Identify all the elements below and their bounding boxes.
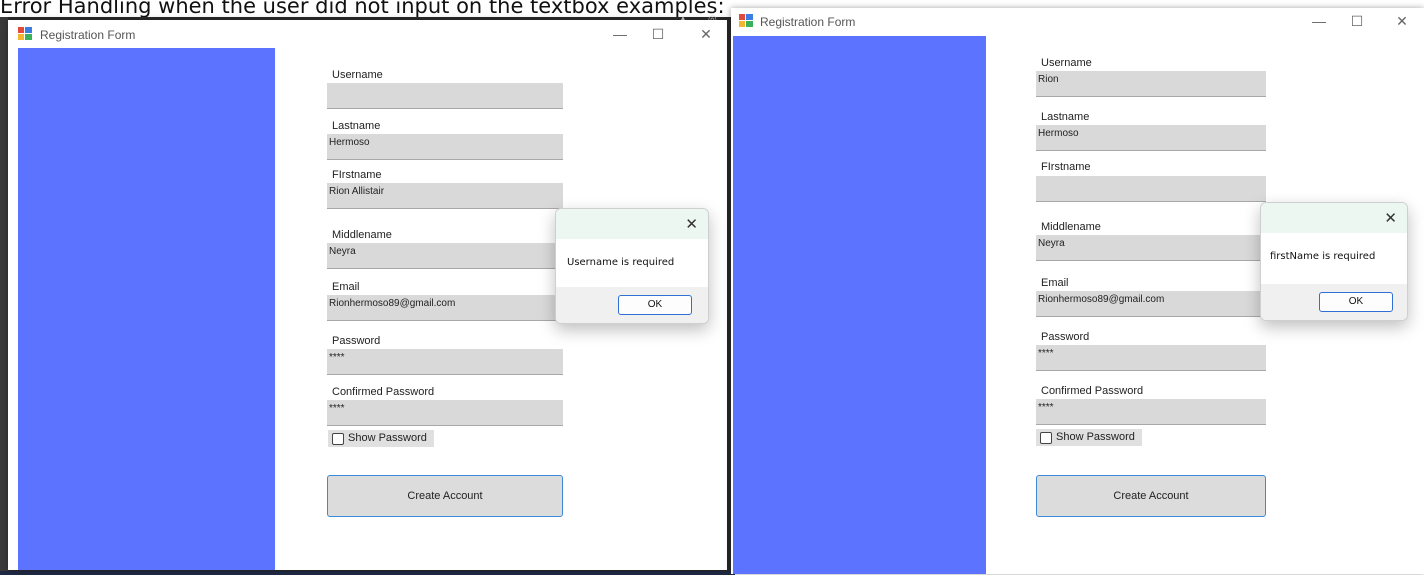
checkbox-square[interactable] (1040, 432, 1052, 444)
error-dialog: ✕ Username is required OK (555, 208, 709, 324)
username-label: Username (332, 69, 383, 81)
dialog-message: firstName is required (1270, 251, 1376, 262)
show-password-label: Show Password (348, 432, 427, 444)
middlename-label: Middlename (1041, 221, 1101, 233)
lastname-label: Lastname (1041, 111, 1090, 123)
maximize-icon[interactable]: ☐ (638, 23, 678, 45)
password-label: Password (332, 335, 381, 347)
registration-form-app-icon (18, 27, 32, 40)
confirm-password-textbox[interactable]: **** (327, 400, 563, 426)
registration-form-window-2: Registration Form — ☐ ✕ Username Rion La… (731, 8, 1424, 574)
create-account-button[interactable]: Create Account (327, 475, 563, 517)
show-password-checkbox[interactable]: Show Password (328, 430, 434, 447)
username-textbox[interactable]: Rion (1036, 71, 1266, 97)
lastname-textbox[interactable]: Hermoso (1036, 125, 1266, 151)
side-panel (18, 48, 275, 570)
window-title: Registration Form (760, 15, 856, 29)
email-textbox[interactable]: Rionhermoso89@gmail.com (327, 295, 563, 321)
middlename-textbox[interactable]: Neyra (1036, 235, 1266, 261)
close-icon[interactable]: ✕ (1382, 10, 1422, 32)
lastname-textbox[interactable]: Hermoso (327, 134, 563, 160)
password-textbox[interactable]: **** (327, 349, 563, 375)
window-title: Registration Form (40, 28, 136, 42)
dialog-message: Username is required (567, 257, 675, 268)
password-label: Password (1041, 331, 1090, 343)
email-label: Email (1041, 277, 1069, 289)
middlename-textbox[interactable]: Neyra (327, 243, 563, 269)
create-account-button[interactable]: Create Account (1036, 475, 1266, 517)
taskbar-strip (0, 571, 735, 575)
registration-form-app-icon (739, 14, 753, 27)
dialog-ok-button[interactable]: OK (618, 295, 692, 315)
firstname-textbox[interactable]: Rion Allistair (327, 183, 563, 209)
close-icon[interactable]: ✕ (686, 23, 726, 45)
checkbox-square[interactable] (332, 433, 344, 445)
error-dialog: ✕ firstName is required OK (1260, 202, 1408, 321)
email-textbox[interactable]: Rionhermoso89@gmail.com (1036, 291, 1266, 317)
registration-form-window: Registration Form — ☐ ✕ Username Lastnam… (8, 20, 727, 570)
dialog-close-icon[interactable]: ✕ (1384, 209, 1397, 227)
password-textbox[interactable]: **** (1036, 345, 1266, 371)
maximize-icon[interactable]: ☐ (1337, 10, 1377, 32)
confirm-password-textbox[interactable]: **** (1036, 399, 1266, 425)
show-password-label: Show Password (1056, 431, 1135, 443)
dialog-footer: OK (556, 287, 708, 323)
minimize-icon[interactable]: — (1299, 10, 1339, 32)
dialog-close-icon[interactable]: ✕ (685, 215, 698, 233)
lastname-label: Lastname (332, 120, 381, 132)
side-panel (733, 36, 986, 574)
firstname-textbox[interactable] (1036, 176, 1266, 202)
dialog-header: ✕ (556, 209, 708, 239)
desktop-edge (0, 17, 8, 575)
title-bar-2[interactable]: Registration Form — ☐ ✕ (731, 8, 1424, 36)
middlename-label: Middlename (332, 229, 392, 241)
dialog-header: ✕ (1261, 203, 1407, 233)
firstname-label: FIrstname (332, 169, 382, 181)
title-bar[interactable]: Registration Form — ☐ ✕ (8, 20, 727, 48)
minimize-icon[interactable]: — (600, 23, 640, 45)
firstname-label: FIrstname (1041, 161, 1091, 173)
username-textbox[interactable] (327, 83, 563, 109)
confirm-password-label: Confirmed Password (1041, 385, 1144, 397)
dialog-ok-button[interactable]: OK (1319, 292, 1393, 312)
email-label: Email (332, 281, 360, 293)
show-password-checkbox[interactable]: Show Password (1036, 429, 1142, 446)
confirm-password-label: Confirmed Password (332, 386, 435, 398)
dialog-footer: OK (1261, 284, 1407, 320)
username-label: Username (1041, 57, 1092, 69)
